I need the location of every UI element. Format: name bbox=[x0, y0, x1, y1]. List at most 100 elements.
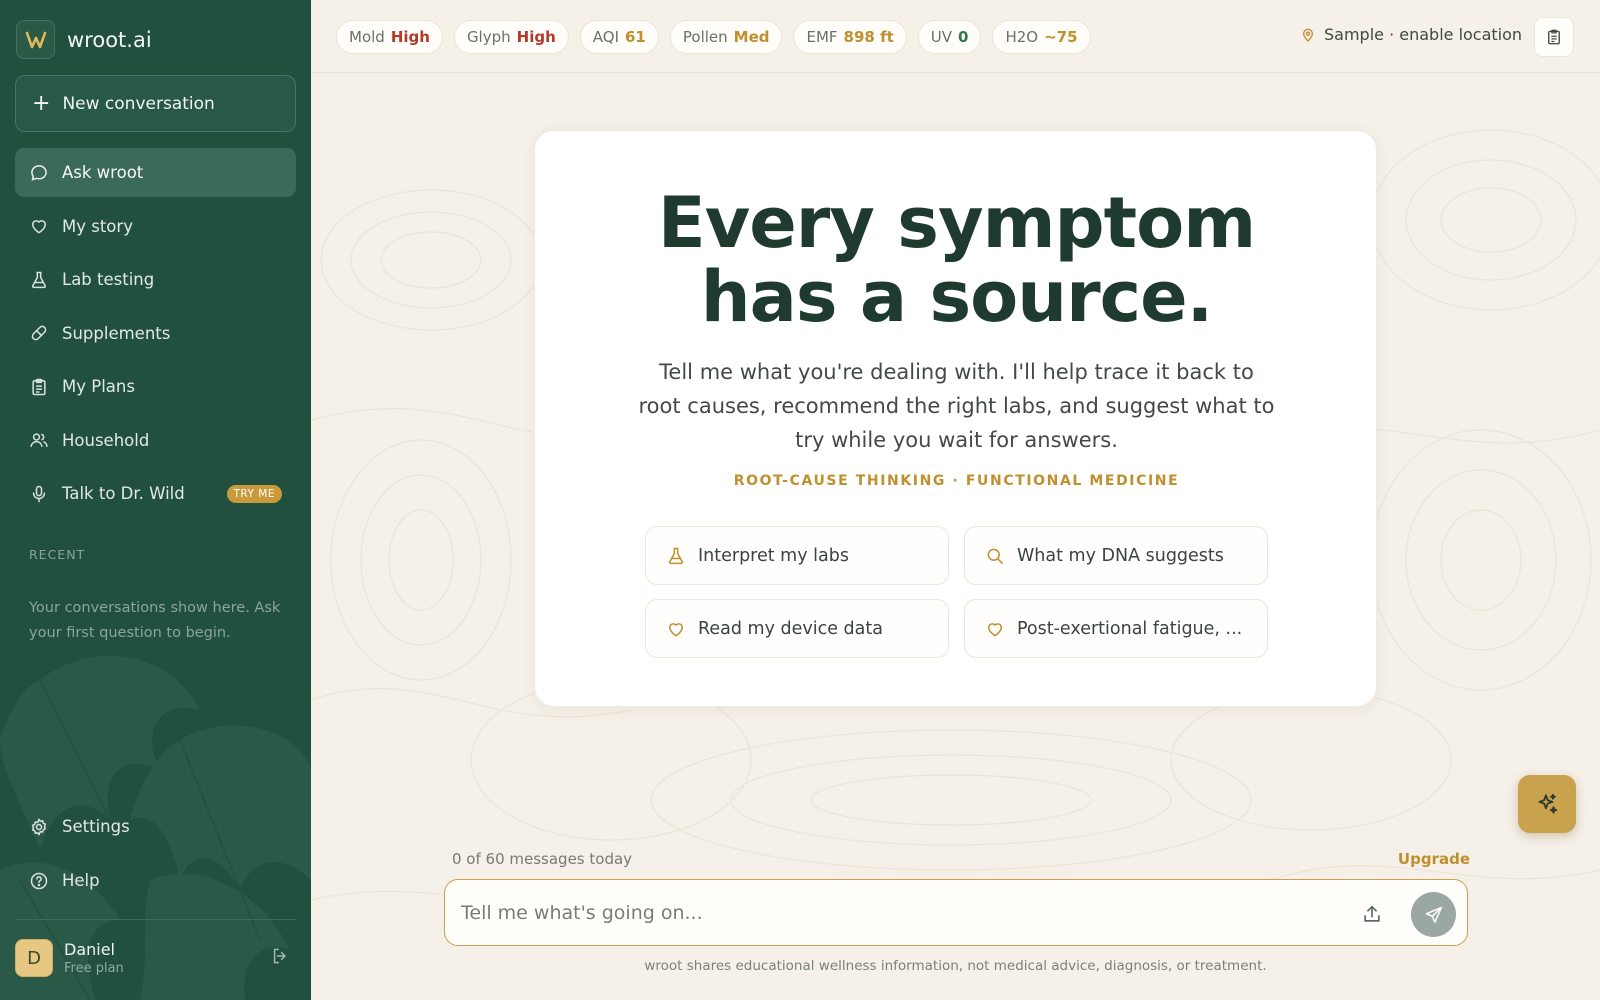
message-composer bbox=[444, 879, 1468, 946]
env-chip-glyph[interactable]: Glyph High bbox=[453, 20, 569, 54]
clipboard-icon bbox=[32, 378, 46, 395]
env-chip-value: High bbox=[516, 28, 556, 46]
location-button[interactable]: Sample · enable location bbox=[1300, 25, 1522, 44]
search-icon bbox=[987, 548, 1003, 564]
flask-icon bbox=[668, 547, 684, 564]
sidebar-divider bbox=[15, 919, 296, 920]
sidebar-item-label: My Plans bbox=[62, 377, 135, 396]
sidebar-nav: Ask wroot My story Lab testing Supplemen… bbox=[15, 148, 296, 523]
sidebar-item-my-plans[interactable]: My Plans bbox=[15, 362, 296, 411]
brand[interactable]: wroot.ai bbox=[16, 20, 152, 59]
disclaimer: wroot shares educational wellness inform… bbox=[311, 958, 1600, 974]
hero-tagline: ROOT-CAUSE THINKING · FUNCTIONAL MEDICIN… bbox=[733, 473, 1180, 489]
suggestion-label: What my DNA suggests bbox=[1017, 545, 1224, 566]
hero-headline: Every symptom has a source. bbox=[535, 186, 1378, 334]
send-button[interactable] bbox=[1411, 892, 1456, 937]
heart-icon bbox=[988, 622, 1002, 636]
upgrade-link[interactable]: Upgrade bbox=[1395, 850, 1470, 868]
location-label: Sample · enable location bbox=[1324, 25, 1523, 44]
env-chip-label: H2O bbox=[1005, 28, 1039, 46]
hero-card: Every symptom has a source. Tell me what… bbox=[534, 130, 1377, 707]
suggestion-interpret-labs[interactable]: Interpret my labs bbox=[645, 526, 949, 585]
suggestion-post-exertional-fatigue[interactable]: Post-exertional fatigue, ... bbox=[964, 599, 1268, 658]
location-pin-icon bbox=[1302, 28, 1314, 42]
heart-icon bbox=[669, 622, 683, 636]
disclaimer-text: wroot shares educational wellness inform… bbox=[644, 958, 1267, 974]
user-name: Daniel bbox=[64, 940, 115, 959]
chat-bubble-icon bbox=[31, 164, 47, 180]
sidebar-item-talk-to-dr-wild[interactable]: Talk to Dr. Wild TRY ME bbox=[15, 469, 296, 518]
env-chip-uv[interactable]: UV 0 bbox=[917, 20, 982, 54]
upload-button[interactable] bbox=[1359, 901, 1385, 927]
suggestion-dna[interactable]: What my DNA suggests bbox=[964, 526, 1268, 585]
recent-empty-message: Your conversations show here. Ask your f… bbox=[29, 600, 281, 641]
env-chip-label: Glyph bbox=[466, 28, 511, 46]
suggestion-device-data[interactable]: Read my device data bbox=[645, 599, 949, 658]
environment-chips: Mold High Glyph High AQI 61 Pollen Med EMF 898 ft… bbox=[336, 20, 1102, 54]
sparkle-icon bbox=[1538, 793, 1558, 814]
env-chip-mold[interactable]: Mold High bbox=[336, 20, 443, 54]
recent-section-label: RECENT bbox=[29, 547, 86, 562]
suggestion-label: Interpret my labs bbox=[698, 545, 849, 566]
brand-name: wroot.ai bbox=[67, 27, 152, 52]
people-icon bbox=[30, 433, 48, 447]
env-chip-value: ~75 bbox=[1044, 28, 1078, 46]
sidebar-bottom-nav: Settings Help bbox=[15, 802, 296, 910]
gear-icon bbox=[31, 818, 47, 835]
sidebar-item-label: My story bbox=[62, 216, 133, 236]
env-chip-h2o[interactable]: H2O ~75 bbox=[992, 20, 1091, 54]
new-conversation-label: New conversation bbox=[62, 93, 215, 114]
env-chip-label: Mold bbox=[349, 28, 385, 46]
env-chip-label: EMF bbox=[806, 28, 838, 46]
new-conversation-button[interactable]: + New conversation bbox=[15, 75, 296, 132]
env-chip-value: 0 bbox=[958, 28, 969, 46]
env-chip-value: 898 ft bbox=[843, 28, 894, 46]
user-plan: Free plan bbox=[64, 961, 124, 976]
flask-icon bbox=[31, 271, 47, 288]
env-chip-pollen[interactable]: Pollen Med bbox=[669, 20, 783, 54]
logout-icon[interactable] bbox=[270, 946, 290, 970]
message-input[interactable] bbox=[461, 896, 1321, 930]
sidebar-item-ask-wroot[interactable]: Ask wroot bbox=[15, 148, 296, 197]
suggestion-label: Post-exertional fatigue, ... bbox=[1017, 618, 1243, 639]
sidebar-item-label: Talk to Dr. Wild bbox=[62, 484, 185, 503]
brand-logo-icon bbox=[16, 20, 55, 59]
env-chip-label: Pollen bbox=[682, 28, 728, 46]
user-profile[interactable]: D Daniel Free plan bbox=[15, 938, 296, 978]
environment-bar: Mold High Glyph High AQI 61 Pollen Med EMF 898 ft… bbox=[311, 0, 1600, 73]
main-area: Mold High Glyph High AQI 61 Pollen Med EMF 898 ft… bbox=[311, 0, 1600, 1000]
sidebar: wroot.ai + New conversation Ask wroot My… bbox=[0, 0, 311, 1000]
env-chip-value: 61 bbox=[625, 28, 646, 46]
upload-icon bbox=[1364, 905, 1380, 922]
message-count: 0 of 60 messages today bbox=[452, 850, 633, 868]
env-chip-label: UV bbox=[930, 28, 953, 46]
sidebar-item-label: Household bbox=[62, 430, 150, 450]
sidebar-item-my-story[interactable]: My story bbox=[15, 202, 296, 251]
send-icon bbox=[1425, 906, 1442, 923]
sidebar-item-settings[interactable]: Settings bbox=[15, 802, 296, 851]
sidebar-item-supplements[interactable]: Supplements bbox=[15, 309, 296, 358]
help-circle-icon bbox=[30, 872, 48, 889]
avatar: D bbox=[15, 939, 53, 977]
plus-icon: + bbox=[32, 90, 51, 116]
hero-subtext: Tell me what you're dealing with. I'll h… bbox=[638, 360, 1275, 452]
clipboard-button[interactable] bbox=[1534, 17, 1574, 57]
heart-icon bbox=[32, 220, 46, 234]
try-me-badge: TRY ME bbox=[226, 484, 282, 503]
clipboard-icon bbox=[1548, 29, 1560, 45]
headline-line-2: has a source. bbox=[700, 256, 1213, 338]
env-chip-value: High bbox=[390, 28, 430, 46]
user-text: Daniel Free plan bbox=[64, 940, 124, 976]
sidebar-item-label: Ask wroot bbox=[62, 163, 144, 182]
env-chip-aqi[interactable]: AQI 61 bbox=[579, 20, 659, 54]
env-chip-label: AQI bbox=[592, 28, 619, 46]
sidebar-item-lab-testing[interactable]: Lab testing bbox=[15, 255, 296, 304]
headline-line-1: Every symptom bbox=[657, 182, 1256, 264]
sidebar-item-household[interactable]: Household bbox=[15, 416, 296, 465]
suggestion-label: Read my device data bbox=[698, 618, 883, 639]
env-chip-emf[interactable]: EMF 898 ft bbox=[793, 20, 907, 54]
sidebar-item-label: Lab testing bbox=[62, 270, 155, 289]
sparkle-assistant-button[interactable] bbox=[1518, 775, 1576, 833]
pill-icon bbox=[31, 325, 47, 341]
sidebar-item-help[interactable]: Help bbox=[15, 856, 296, 905]
